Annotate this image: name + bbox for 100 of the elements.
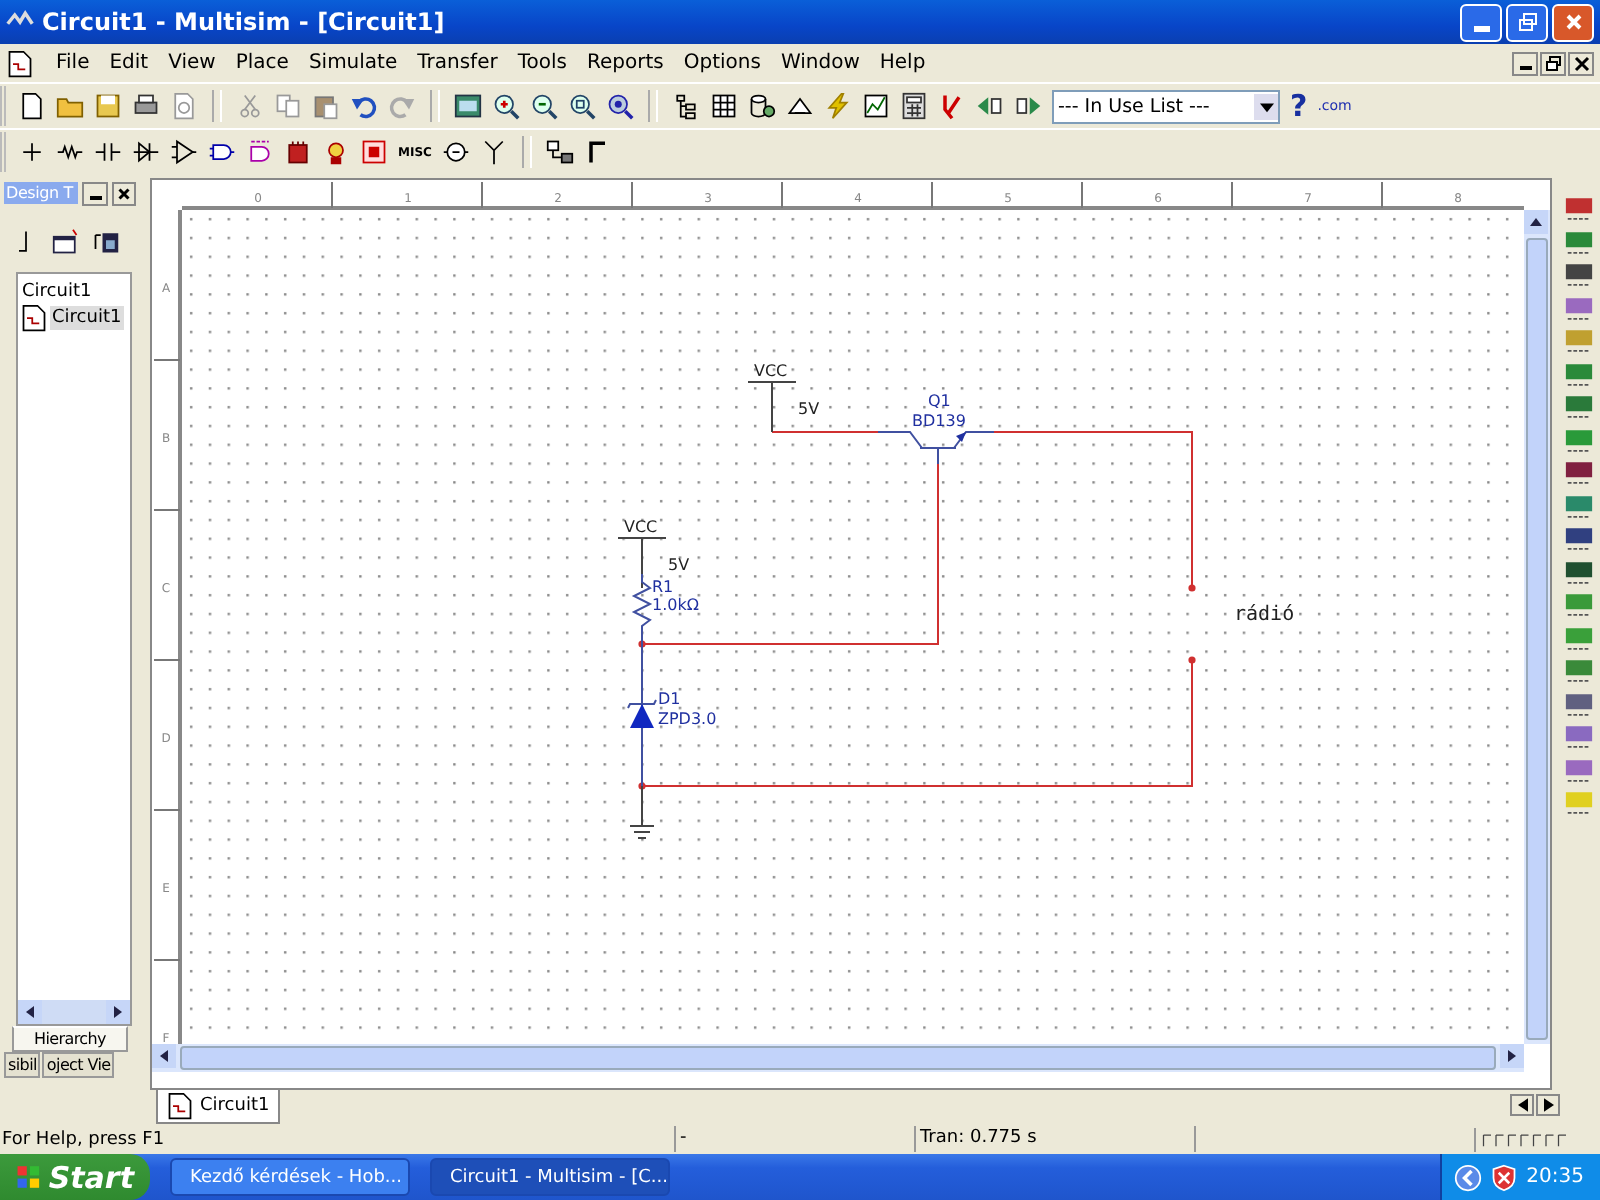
scroll-right-button[interactable] bbox=[1536, 1094, 1560, 1116]
graph-icon[interactable] bbox=[862, 92, 890, 120]
minimize-button[interactable] bbox=[82, 181, 108, 205]
folder-icon[interactable] bbox=[56, 92, 84, 120]
panel-tab[interactable]: oject Vie bbox=[42, 1052, 115, 1078]
menu-item[interactable]: View bbox=[158, 52, 226, 74]
meter-icon[interactable] bbox=[441, 138, 470, 166]
instrument-icon[interactable] bbox=[1563, 293, 1594, 324]
vertical-scrollbar[interactable] bbox=[1524, 210, 1550, 1044]
close-button[interactable] bbox=[1568, 51, 1594, 75]
instrument-icon[interactable] bbox=[1563, 326, 1594, 357]
probe-icon[interactable] bbox=[938, 92, 966, 120]
start-button[interactable]: Start bbox=[0, 1154, 150, 1200]
close-button[interactable] bbox=[111, 181, 136, 205]
menu-item[interactable]: Edit bbox=[99, 52, 159, 74]
instrument-icon[interactable] bbox=[1563, 557, 1594, 588]
chip-icon[interactable] bbox=[284, 138, 312, 166]
zoom-area-icon[interactable] bbox=[568, 92, 596, 120]
component-label: VCC bbox=[754, 362, 788, 380]
horizontal-scrollbar[interactable] bbox=[152, 1044, 1524, 1072]
scroll-left-icon[interactable] bbox=[152, 1044, 176, 1068]
zener-diode-symbol bbox=[627, 643, 657, 787]
minimize-button[interactable] bbox=[1512, 51, 1538, 75]
new-window-icon[interactable] bbox=[52, 228, 80, 256]
instrument-icon[interactable] bbox=[1563, 722, 1594, 753]
arrow-left-icon[interactable] bbox=[976, 92, 1004, 120]
menu-item[interactable]: Place bbox=[225, 52, 299, 74]
window-title: Circuit1 - Multisim - [Circuit1] bbox=[42, 8, 447, 36]
instrument-icon[interactable] bbox=[1563, 524, 1594, 555]
in-use-list-dropdown[interactable]: --- In Use List --- bbox=[1052, 89, 1280, 123]
zoom-out-icon[interactable] bbox=[530, 92, 558, 120]
capacitor-icon[interactable] bbox=[94, 138, 122, 166]
instrument-icon[interactable] bbox=[1563, 227, 1594, 258]
square-icon[interactable] bbox=[360, 138, 388, 166]
left-arrow-icon bbox=[1517, 1098, 1527, 1112]
instrument-icon[interactable] bbox=[1563, 623, 1594, 654]
menu-item[interactable]: Transfer bbox=[407, 52, 508, 74]
instrument-icon[interactable] bbox=[1563, 425, 1594, 456]
arrow-right-icon[interactable] bbox=[1014, 92, 1042, 120]
diode-icon[interactable] bbox=[132, 138, 160, 166]
shield-icon[interactable] bbox=[1490, 1163, 1519, 1191]
close-icon bbox=[1563, 12, 1583, 32]
calculator-icon[interactable] bbox=[900, 92, 928, 120]
antenna-icon[interactable] bbox=[479, 138, 508, 166]
zoom-fit-icon[interactable] bbox=[606, 92, 634, 120]
horizontal-scrollbar[interactable] bbox=[18, 1000, 130, 1024]
logic-gate-icon[interactable] bbox=[246, 138, 274, 166]
zoom-in-icon[interactable] bbox=[492, 92, 520, 120]
panel-tab[interactable]: Hierarchy bbox=[12, 1026, 128, 1052]
menu-item[interactable]: Window bbox=[770, 52, 870, 74]
instrument-icon[interactable] bbox=[1563, 392, 1594, 423]
opamp-icon[interactable] bbox=[170, 138, 198, 166]
instrument-icon[interactable] bbox=[1563, 590, 1594, 621]
instrument-icon[interactable] bbox=[1563, 491, 1594, 522]
taskbar-button[interactable]: Circuit1 - Multisim - [C... bbox=[430, 1158, 670, 1196]
clipboard-icon[interactable] bbox=[312, 92, 340, 120]
page-icon[interactable] bbox=[18, 92, 46, 120]
menu-item[interactable]: Options bbox=[673, 52, 771, 74]
menu-item[interactable]: Tools bbox=[507, 52, 577, 74]
tree-item[interactable]: Circuit1 bbox=[50, 306, 124, 330]
plus-icon[interactable] bbox=[18, 138, 46, 166]
menu-item[interactable]: Reports bbox=[576, 52, 674, 74]
instrument-icon[interactable] bbox=[1563, 689, 1594, 720]
window-icon[interactable] bbox=[92, 228, 120, 256]
instrument-icon[interactable] bbox=[1563, 656, 1594, 687]
lamp-icon[interactable] bbox=[322, 138, 350, 166]
hierarchy-icon[interactable] bbox=[672, 92, 700, 120]
wire bbox=[771, 431, 879, 433]
tree-item[interactable]: Circuit1 bbox=[20, 280, 128, 304]
scroll-right-icon[interactable] bbox=[1500, 1044, 1524, 1068]
menu-item[interactable]: Simulate bbox=[298, 52, 408, 74]
instrument-icon[interactable] bbox=[1563, 260, 1594, 291]
database-icon[interactable] bbox=[748, 92, 776, 120]
instrument-icon[interactable] bbox=[1563, 359, 1594, 390]
bolt-icon[interactable] bbox=[824, 92, 852, 120]
scroll-left-button[interactable] bbox=[1510, 1094, 1534, 1116]
instrument-icon[interactable] bbox=[1563, 194, 1594, 225]
minimize-icon bbox=[89, 195, 102, 199]
panel-icon[interactable] bbox=[454, 92, 482, 120]
undo-icon[interactable] bbox=[350, 92, 378, 120]
bus-icon[interactable] bbox=[545, 138, 574, 166]
print-preview-icon[interactable] bbox=[170, 92, 198, 120]
help-button[interactable]: ? bbox=[1290, 90, 1308, 122]
copy-icon[interactable] bbox=[274, 92, 302, 120]
instrument-icon[interactable] bbox=[1563, 788, 1594, 819]
printer-icon[interactable] bbox=[132, 92, 160, 120]
menu-item[interactable]: Help bbox=[869, 52, 936, 74]
logic-gate-icon[interactable] bbox=[208, 138, 236, 166]
scroll-left-icon[interactable] bbox=[18, 1000, 42, 1024]
scroll-right-icon[interactable] bbox=[106, 1000, 130, 1024]
taskbar-button[interactable]: Kezdő kérdések - Hob... bbox=[170, 1158, 410, 1196]
scroll-up-icon[interactable] bbox=[1524, 210, 1548, 234]
grid-icon[interactable] bbox=[710, 92, 738, 120]
panel-tab[interactable]: sibil bbox=[4, 1052, 41, 1078]
document-tab[interactable]: Circuit1 bbox=[156, 1090, 280, 1124]
restore-button[interactable] bbox=[1540, 51, 1566, 75]
menu-item[interactable]: File bbox=[46, 52, 100, 74]
instrument-icon[interactable] bbox=[1563, 755, 1594, 786]
instrument-icon[interactable] bbox=[1563, 458, 1594, 489]
dropdown-arrow-icon bbox=[1259, 99, 1273, 113]
